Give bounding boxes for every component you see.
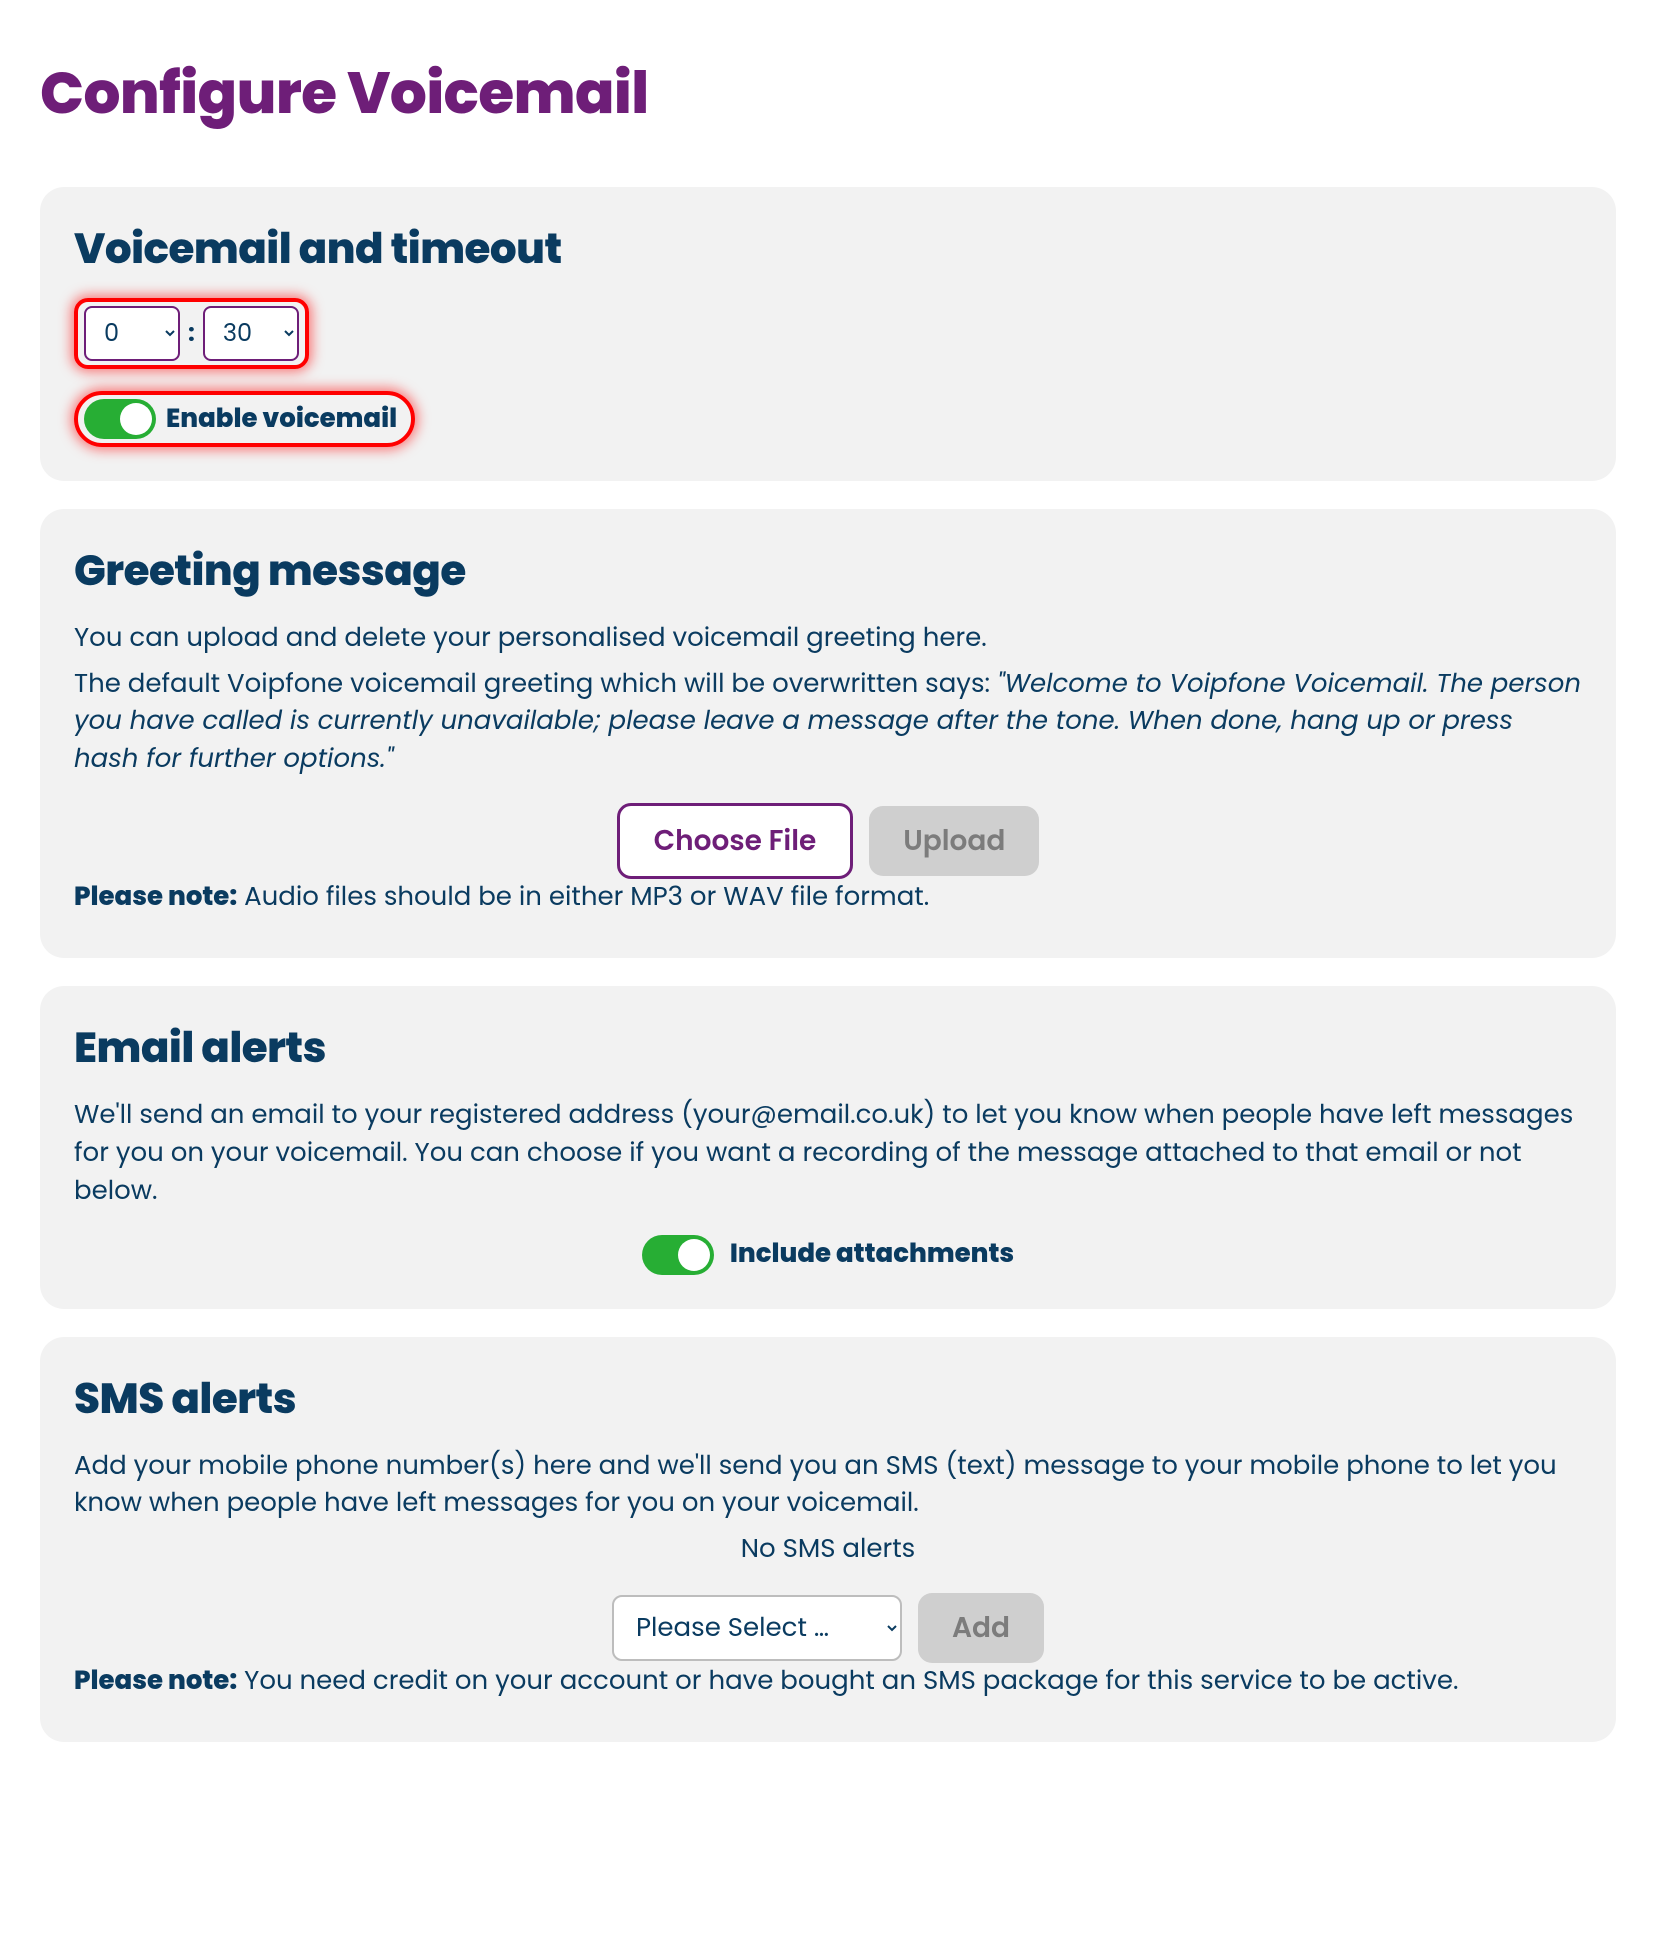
sms-empty-state: No SMS alerts [74,1531,1582,1569]
email-alerts-card: Email alerts We'll send an email to your… [40,986,1616,1308]
include-attachments-toggle[interactable] [642,1235,714,1275]
sms-alerts-body: Add your mobile phone number(s) here and… [74,1448,1582,1523]
enable-voicemail-toggle[interactable] [84,399,156,439]
greeting-note-label: Please note: [74,879,237,915]
sms-note: Please note: You need credit on your acc… [74,1663,1582,1701]
choose-file-button[interactable]: Choose File [617,803,854,879]
timeout-colon: : [186,316,197,351]
timeout-minutes-select[interactable]: 0 [84,306,180,361]
sms-number-select[interactable]: Please Select … [612,1595,902,1661]
greeting-heading: Greeting message [74,539,1582,602]
greeting-note: Please note: Audio files should be in ei… [74,879,1582,917]
toggle-knob [120,403,152,435]
sms-alerts-heading: SMS alerts [74,1367,1582,1430]
voicemail-timeout-card: Voicemail and timeout 0 : 30 Enable voic… [40,187,1616,481]
email-alerts-body: We'll send an email to your registered a… [74,1097,1582,1210]
enable-voicemail-row: Enable voicemail [74,391,415,447]
enable-voicemail-label: Enable voicemail [166,400,397,439]
email-alerts-heading: Email alerts [74,1016,1582,1079]
page-title: Configure Voicemail [40,50,1616,137]
voicemail-timeout-heading: Voicemail and timeout [74,217,1582,280]
greeting-note-text: Audio files should be in either MP3 or W… [237,879,929,915]
greeting-intro-prefix: The default Voipfone voicemail greeting … [74,666,997,702]
sms-add-row: Please Select … Add [74,1593,1582,1663]
sms-note-label: Please note: [74,1663,237,1699]
greeting-intro-line1: You can upload and delete your personali… [74,620,1582,658]
email-toggle-row: Include attachments [74,1235,1582,1275]
timeout-seconds-select[interactable]: 30 [203,306,299,361]
greeting-upload-row: Choose File Upload [74,803,1582,879]
greeting-card: Greeting message You can upload and dele… [40,509,1616,958]
sms-add-button[interactable]: Add [918,1593,1044,1663]
upload-button[interactable]: Upload [869,806,1039,876]
greeting-intro-line2: The default Voipfone voicemail greeting … [74,666,1582,779]
toggle-knob [678,1239,710,1271]
sms-note-text: You need credit on your account or have … [237,1663,1458,1699]
include-attachments-label: Include attachments [730,1235,1014,1274]
sms-alerts-card: SMS alerts Add your mobile phone number(… [40,1337,1616,1743]
timeout-selector-group: 0 : 30 [74,298,309,369]
